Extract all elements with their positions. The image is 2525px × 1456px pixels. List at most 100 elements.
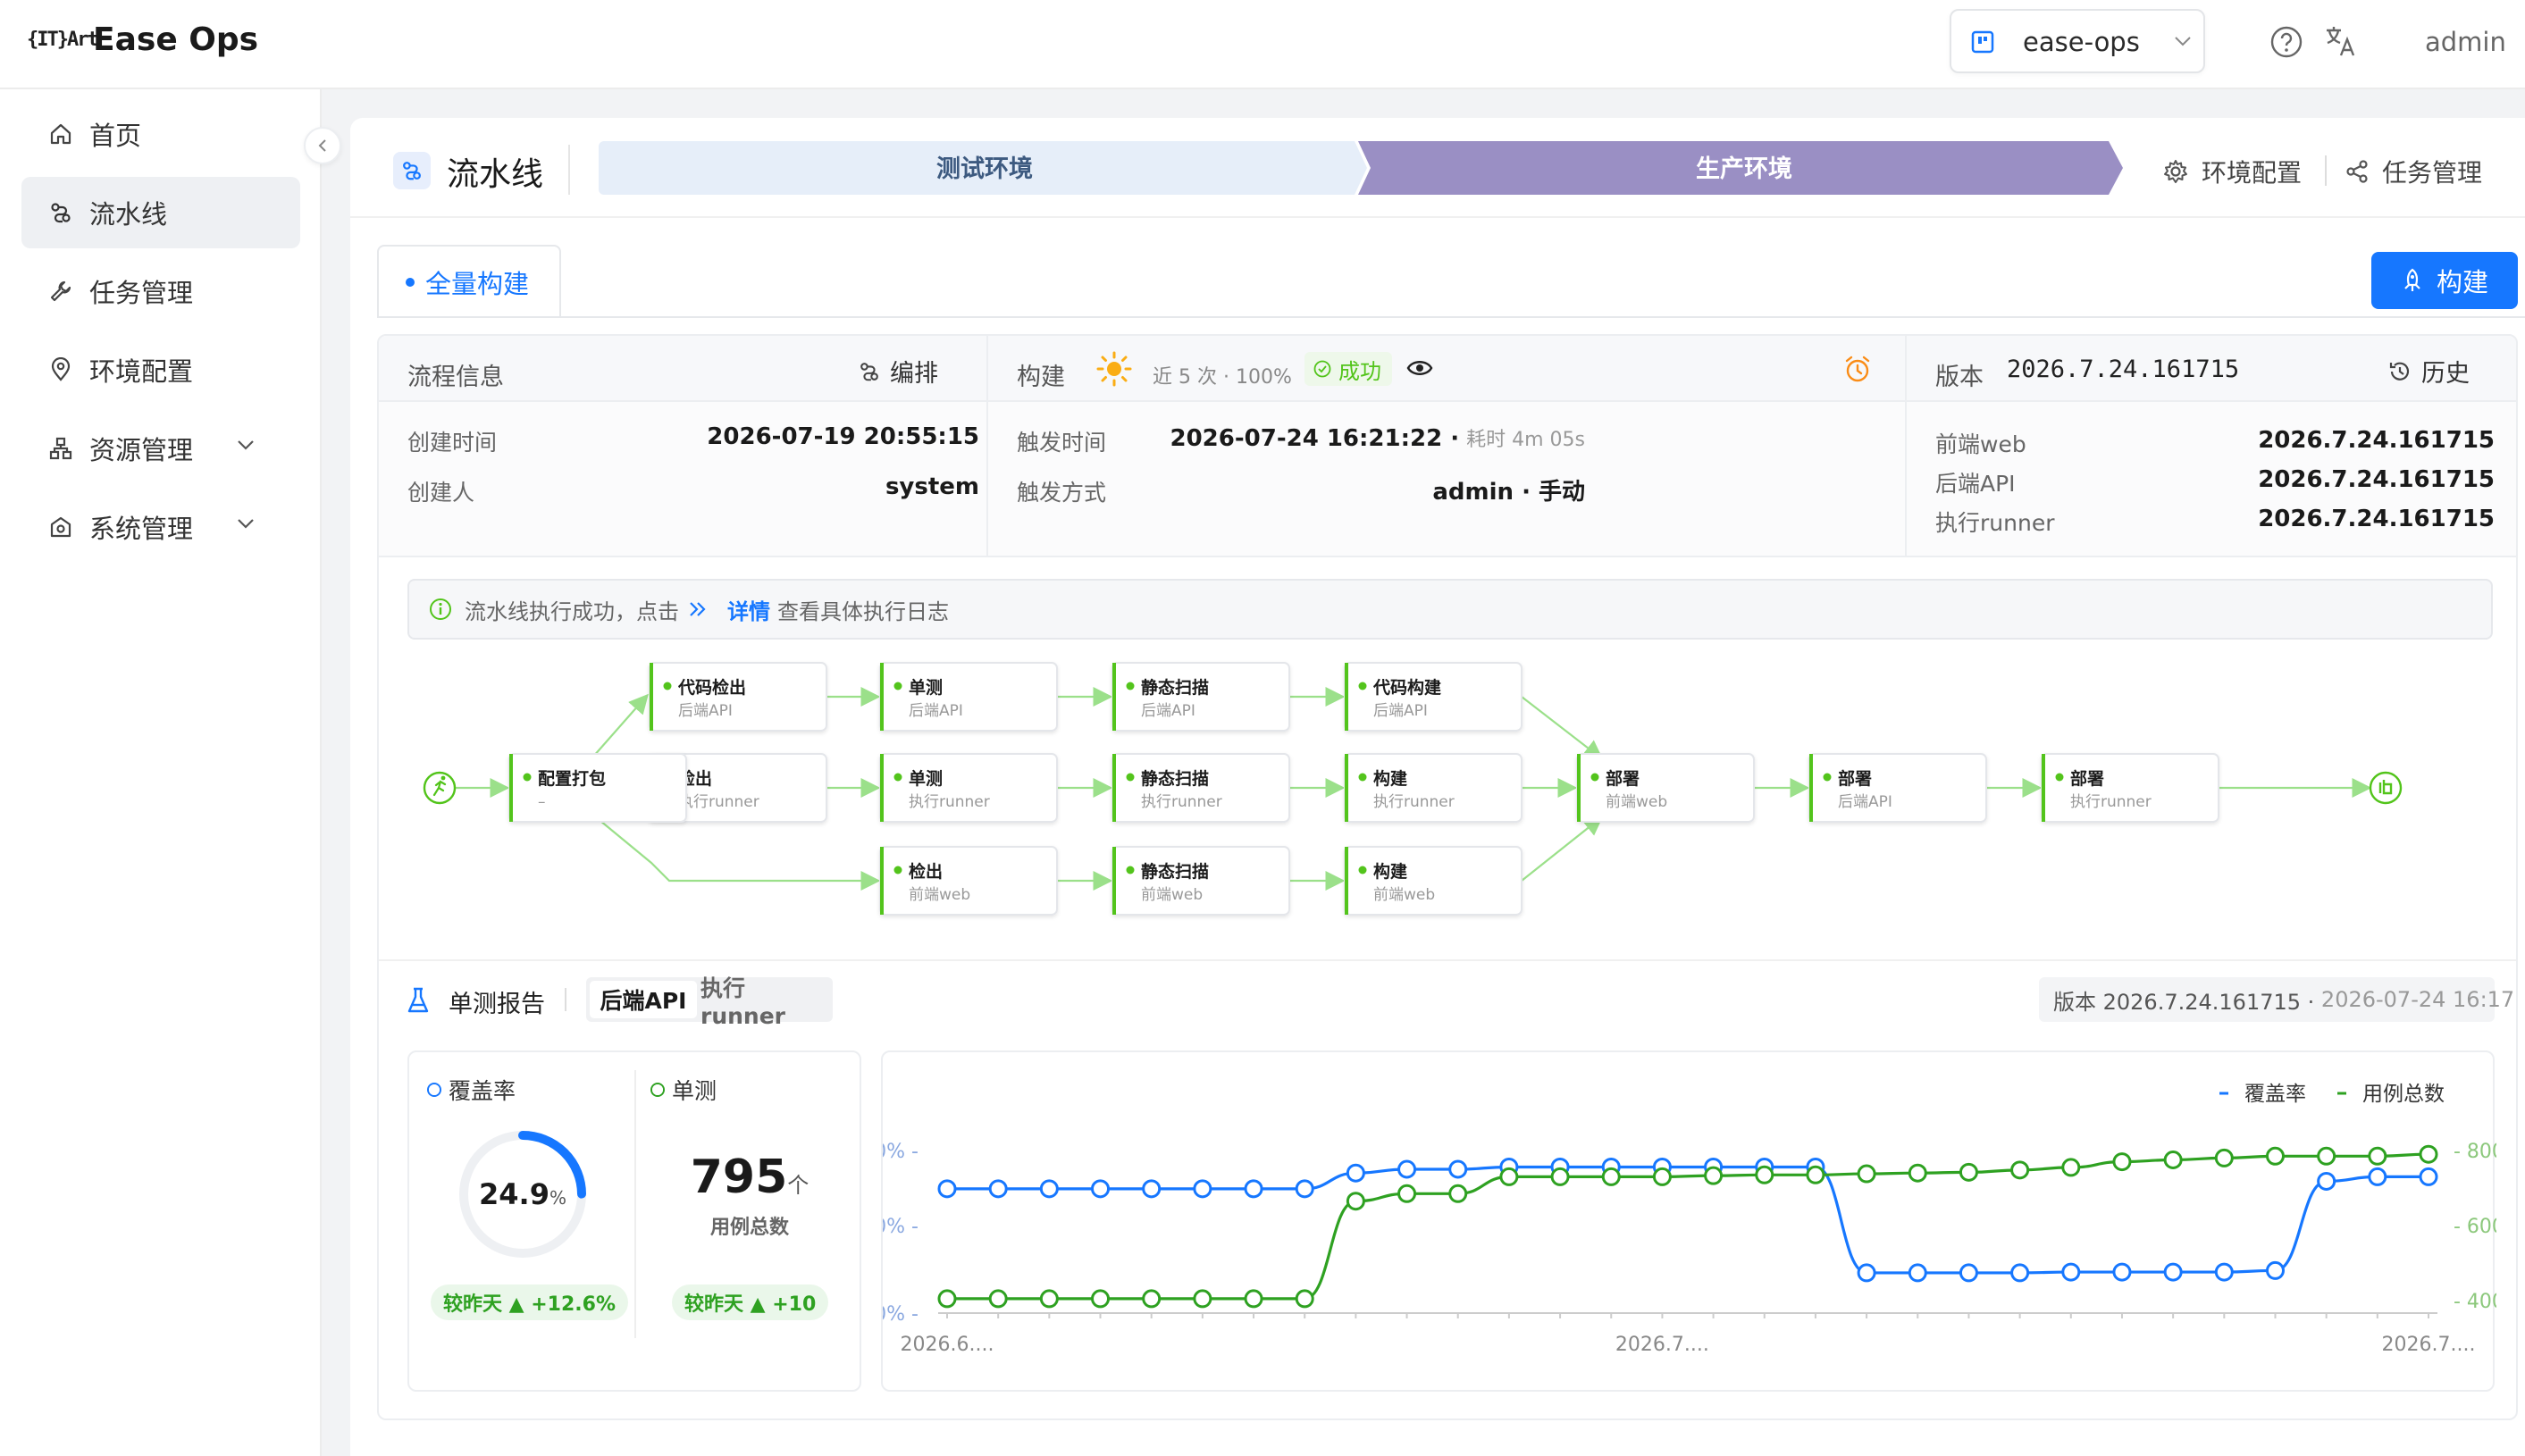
sidebar-item-label: 资源管理 <box>89 435 194 465</box>
data-point[interactable] <box>1959 1162 1978 1182</box>
data-point[interactable] <box>1397 1159 1417 1179</box>
data-point[interactable] <box>1091 1289 1111 1309</box>
data-point[interactable] <box>2317 1146 2336 1166</box>
data-point[interactable] <box>1908 1163 1927 1183</box>
legend-label[interactable]: 用例总数 <box>2362 1083 2445 1106</box>
data-point[interactable] <box>1142 1179 1162 1199</box>
data-point[interactable] <box>2214 1262 2234 1282</box>
eye-icon[interactable] <box>1406 357 1433 379</box>
data-point[interactable] <box>2112 1152 2132 1172</box>
build-button[interactable]: 构建 <box>2371 252 2518 309</box>
data-point[interactable] <box>1244 1179 1263 1199</box>
help-icon[interactable] <box>2269 25 2303 59</box>
stage-node[interactable]: 检出前端web <box>879 846 1058 916</box>
data-point[interactable] <box>937 1289 957 1309</box>
sidebar-item-home[interactable]: 首页 <box>21 98 300 170</box>
data-point[interactable] <box>1244 1289 1263 1309</box>
data-point[interactable] <box>2368 1167 2387 1186</box>
banner-text: 流水线执行成功，点击 <box>465 598 679 624</box>
data-point[interactable] <box>1193 1289 1212 1309</box>
sidebar-item-pipeline[interactable]: 流水线 <box>21 177 300 248</box>
creator-label: 创建人 <box>407 480 475 506</box>
data-point[interactable] <box>1039 1179 1059 1199</box>
sidebar-item-env[interactable]: 环境配置 <box>21 334 300 406</box>
translate-icon[interactable] <box>2323 23 2359 59</box>
data-point[interactable] <box>2368 1146 2387 1166</box>
task-management-link[interactable]: 任务管理 <box>2345 154 2482 189</box>
data-point[interactable] <box>1346 1163 1365 1183</box>
data-point[interactable] <box>1755 1165 1774 1184</box>
data-point[interactable] <box>2112 1262 2132 1282</box>
stage-node[interactable]: 单测执行runner <box>879 753 1058 823</box>
deploy-node[interactable]: 部署后端API <box>1808 753 1987 823</box>
data-point[interactable] <box>2061 1158 2081 1177</box>
stage-node[interactable]: 构建执行runner <box>1344 753 1523 823</box>
history-button[interactable]: 历史 <box>2387 354 2470 389</box>
alarm-icon[interactable] <box>1842 354 1873 384</box>
data-point[interactable] <box>1959 1263 1978 1283</box>
data-point[interactable] <box>2163 1262 2183 1282</box>
data-point[interactable] <box>1295 1179 1314 1199</box>
data-point[interactable] <box>1193 1179 1212 1199</box>
stage-title: 代码构建 <box>1372 677 1441 698</box>
data-point[interactable] <box>2214 1148 2234 1167</box>
sidebar-item-tasks[interactable]: 任务管理 <box>21 255 300 327</box>
data-point[interactable] <box>1346 1192 1365 1211</box>
legend-label[interactable]: 覆盖率 <box>2244 1083 2306 1106</box>
data-point[interactable] <box>1142 1289 1162 1309</box>
stage-node[interactable]: 静态扫描后端API <box>1112 662 1290 732</box>
data-point[interactable] <box>1908 1263 1927 1283</box>
duration-value: 耗时 4m 05s <box>1466 429 1585 451</box>
data-point[interactable] <box>1499 1167 1519 1186</box>
data-point[interactable] <box>1550 1167 1570 1186</box>
data-point[interactable] <box>988 1289 1008 1309</box>
deploy-node[interactable]: 部署执行runner <box>2041 753 2219 823</box>
deploy-node[interactable]: 部署前端web <box>1576 753 1755 823</box>
data-point[interactable] <box>2317 1171 2336 1191</box>
data-point[interactable] <box>1397 1184 1417 1203</box>
data-point[interactable] <box>2010 1263 2030 1283</box>
details-link[interactable]: 详情 <box>727 594 770 625</box>
data-point[interactable] <box>1806 1165 1825 1184</box>
config-node[interactable]: 配置打包 – <box>508 753 687 823</box>
stage-node[interactable]: 静态扫描前端web <box>1112 846 1290 916</box>
data-point[interactable] <box>937 1179 957 1199</box>
edit-button[interactable]: 编排 <box>858 354 938 389</box>
data-point[interactable] <box>2265 1146 2285 1166</box>
data-point[interactable] <box>2061 1262 2081 1282</box>
data-point[interactable] <box>1039 1289 1059 1309</box>
stage-node[interactable]: 代码构建后端API <box>1344 662 1523 732</box>
data-point[interactable] <box>1091 1179 1111 1199</box>
data-point[interactable] <box>2419 1167 2438 1186</box>
stage-node[interactable]: 代码检出后端API <box>649 662 827 732</box>
sidebar-collapse-button[interactable] <box>304 127 341 164</box>
stage-node[interactable]: 静态扫描执行runner <box>1112 753 1290 823</box>
data-point[interactable] <box>1652 1167 1672 1186</box>
status-dot <box>663 682 672 690</box>
tab-backend-api[interactable]: 后端API <box>590 981 697 1018</box>
stage-node[interactable]: 构建前端web <box>1344 846 1523 916</box>
sidebar-item-resources[interactable]: 资源管理 <box>21 413 300 484</box>
user-name[interactable]: admin <box>2425 27 2506 57</box>
data-point[interactable] <box>2010 1160 2030 1180</box>
tab-runner[interactable]: 执行runner <box>700 975 829 1029</box>
data-point[interactable] <box>2265 1260 2285 1280</box>
data-point[interactable] <box>1448 1159 1468 1179</box>
project-select[interactable]: ease-ops <box>1950 9 2205 73</box>
status-dot <box>523 773 532 782</box>
data-point[interactable] <box>1857 1263 1876 1283</box>
data-point[interactable] <box>1601 1167 1621 1186</box>
data-point[interactable] <box>1448 1184 1468 1203</box>
component-tabs: 后端API 执行runner <box>586 975 833 1029</box>
report-summary-cards: 覆盖率 24.9% 较昨天 ▲ +12.6% 单测 795个 用例总数 较昨天 … <box>407 1050 861 1392</box>
tab-full-build[interactable]: 全量构建 <box>377 245 561 318</box>
data-point[interactable] <box>988 1179 1008 1199</box>
data-point[interactable] <box>1295 1289 1314 1309</box>
data-point[interactable] <box>2419 1144 2438 1164</box>
sidebar-item-system[interactable]: 系统管理 <box>21 491 300 563</box>
data-point[interactable] <box>1704 1166 1724 1185</box>
data-point[interactable] <box>2163 1151 2183 1169</box>
stage-node[interactable]: 单测后端API <box>879 662 1058 732</box>
env-config-link[interactable]: 环境配置 <box>2162 154 2302 189</box>
data-point[interactable] <box>1857 1164 1876 1184</box>
